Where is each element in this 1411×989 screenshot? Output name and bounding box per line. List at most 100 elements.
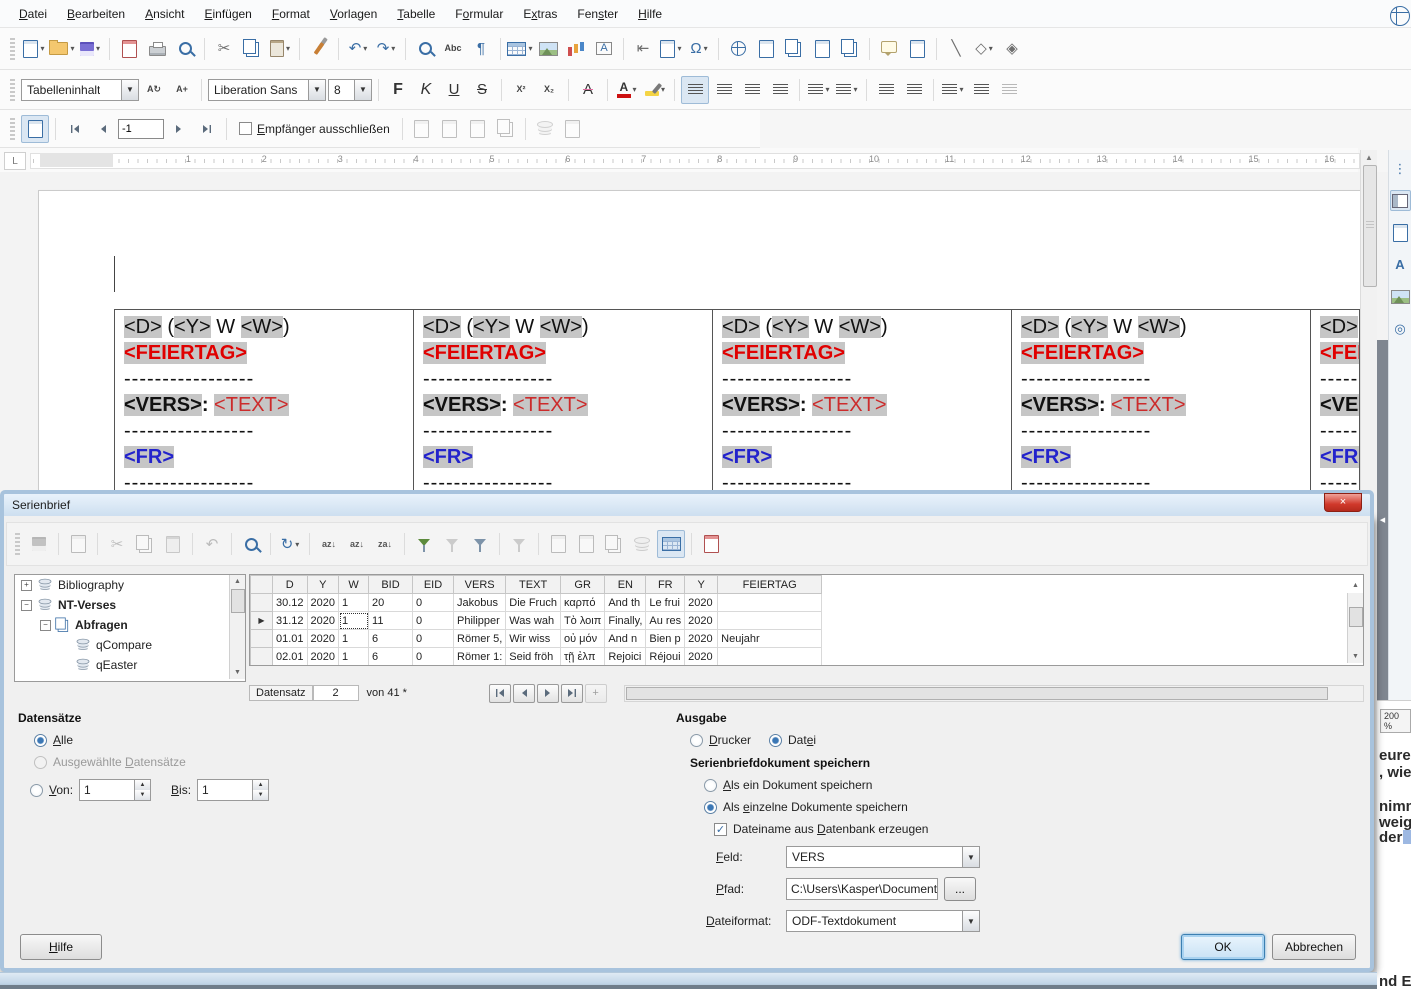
toolbar-grip[interactable] — [10, 118, 15, 140]
toolbar-grip[interactable] — [10, 79, 15, 101]
insert-table-button[interactable]: ▾ — [507, 36, 533, 62]
menu-hilfe[interactable]: Hilfe — [629, 3, 671, 25]
record-number-input[interactable] — [118, 119, 164, 139]
column-header-vers[interactable]: VERS — [454, 576, 506, 594]
grid-scrollbar[interactable]: ▲ ▼ — [1347, 593, 1363, 663]
field-combo[interactable]: VERS ▼ — [786, 846, 980, 868]
cell[interactable]: 0 — [413, 648, 454, 666]
cell[interactable]: 1 — [339, 630, 369, 648]
new-document-dropdown-arrow[interactable]: ▾ — [40, 44, 44, 53]
radio-icon[interactable] — [34, 734, 47, 747]
spin-down-icon[interactable]: ▼ — [253, 790, 268, 800]
row-header[interactable] — [251, 594, 273, 612]
spin-up-icon[interactable]: ▲ — [253, 780, 268, 790]
radio-icon[interactable] — [704, 779, 717, 792]
insert-field-button[interactable]: ▾ — [658, 36, 684, 62]
cell[interactable]: 1 — [339, 612, 369, 630]
next-record-button[interactable] — [166, 116, 192, 142]
spin-up-icon[interactable]: ▲ — [135, 780, 150, 790]
column-header-y[interactable]: Y — [307, 576, 338, 594]
highlighting-color-button[interactable]: ▾ — [642, 77, 668, 103]
cell[interactable]: And th — [605, 594, 646, 612]
tree-scrollbar[interactable]: ▲ ▼ — [229, 575, 245, 679]
record-number-field[interactable]: 2 — [313, 685, 359, 701]
grid-horizontal-scrollbar[interactable] — [624, 685, 1364, 702]
basic-shapes-dropdown-arrow[interactable]: ▾ — [989, 44, 993, 53]
cell[interactable]: Die Fruch — [506, 594, 561, 612]
cell[interactable]: Réjoui — [646, 648, 685, 666]
font-color-button[interactable]: ▾ — [614, 77, 640, 103]
undo-dropdown-arrow[interactable]: ▾ — [363, 44, 367, 53]
open-dropdown-arrow[interactable]: ▾ — [70, 44, 74, 53]
tree-item-qcompare[interactable]: qCompare — [15, 635, 245, 655]
cell[interactable]: 2020 — [307, 630, 338, 648]
scrollbar-thumb[interactable] — [231, 589, 245, 613]
scrollbar-thumb[interactable] — [1349, 607, 1363, 627]
find-and-replace-button[interactable] — [412, 36, 438, 62]
dialog-title-bar[interactable]: Serienbrief × — [0, 490, 1374, 516]
radio-icon[interactable] — [690, 734, 703, 747]
column-header-bid[interactable]: BID — [369, 576, 413, 594]
sidebar-hide-splitter[interactable]: ◀ — [1377, 340, 1388, 700]
cancel-merge-document-button[interactable] — [698, 531, 724, 557]
cell[interactable]: Seid fröh — [506, 648, 561, 666]
insert-cross-reference-button[interactable] — [837, 36, 863, 62]
cell[interactable]: Was wah — [506, 612, 561, 630]
scroll-down-icon[interactable]: ▼ — [230, 666, 245, 679]
bold-button[interactable]: F — [385, 77, 411, 103]
cell[interactable]: Le frui — [646, 594, 685, 612]
ok-button[interactable]: OK — [1181, 934, 1265, 960]
cell[interactable]: Rejoici — [605, 648, 646, 666]
last-record-button[interactable] — [561, 684, 583, 703]
cell[interactable]: 2020 — [685, 630, 718, 648]
line-spacing-button[interactable]: ▾ — [940, 77, 966, 103]
tree-item-bibliography[interactable]: +Bibliography — [15, 575, 245, 595]
merge-table-cell[interactable]: <D> (<Y> W <W>)<FEIERTAG>---------------… — [414, 310, 713, 518]
records-all-option[interactable]: Alle — [34, 733, 73, 747]
print-button[interactable] — [144, 36, 170, 62]
cell[interactable]: 0 — [413, 594, 454, 612]
grid-corner[interactable] — [251, 576, 273, 594]
toolbar-grip[interactable] — [15, 533, 20, 555]
increase-indent-button[interactable] — [873, 77, 899, 103]
scrollbar-thumb[interactable] — [626, 687, 1328, 700]
line-spacing-dropdown-arrow[interactable]: ▾ — [959, 85, 963, 94]
checkbox-icon[interactable] — [239, 122, 252, 135]
column-header-fr[interactable]: FR — [646, 576, 685, 594]
paste-button[interactable]: ▾ — [267, 36, 293, 62]
tree-item-nt-verses[interactable]: −NT-Verses — [15, 595, 245, 615]
menu-formular[interactable]: Formular — [446, 3, 512, 25]
column-header-en[interactable]: EN — [605, 576, 646, 594]
scrollbar-thumb[interactable] — [1363, 165, 1377, 287]
superscript-button[interactable]: X² — [508, 77, 534, 103]
paste-dropdown-arrow[interactable]: ▾ — [286, 44, 290, 53]
new-document-button[interactable]: ▾ — [21, 36, 47, 62]
insert-footnote-button[interactable] — [753, 36, 779, 62]
column-header-feiertag[interactable]: FEIERTAG — [718, 576, 822, 594]
tree-expander-icon[interactable]: + — [21, 580, 32, 591]
cell[interactable]: Philipper — [454, 612, 506, 630]
special-character-dropdown-arrow[interactable]: ▾ — [704, 44, 708, 53]
cell[interactable]: 2020 — [685, 648, 718, 666]
cell[interactable]: Bien p — [646, 630, 685, 648]
spinner-arrows[interactable]: ▲▼ — [252, 780, 268, 800]
tree-expander-icon[interactable]: − — [21, 600, 32, 611]
column-header-w[interactable]: W — [339, 576, 369, 594]
checkbox-icon[interactable]: ✓ — [714, 823, 727, 836]
find-record-button[interactable] — [238, 531, 264, 557]
cell[interactable]: 0 — [413, 630, 454, 648]
save-dropdown-arrow[interactable]: ▾ — [96, 44, 100, 53]
scroll-down-icon[interactable]: ▼ — [1348, 650, 1363, 663]
autofilter-button[interactable] — [411, 531, 437, 557]
insert-image-button[interactable] — [535, 36, 561, 62]
cell[interactable]: 2020 — [307, 594, 338, 612]
cell[interactable]: Wir wiss — [506, 630, 561, 648]
save-button[interactable]: ▾ — [77, 36, 103, 62]
align-right-button[interactable] — [739, 77, 765, 103]
style-combo[interactable]: Tabelleninhalt▼ — [21, 79, 139, 101]
menu-vorlagen[interactable]: Vorlagen — [321, 3, 386, 25]
clone-formatting-button[interactable] — [306, 36, 332, 62]
cell[interactable]: 02.01 — [273, 648, 308, 666]
tree-item-abfragen[interactable]: −Abfragen — [15, 615, 245, 635]
vertical-scrollbar[interactable]: ▲ — [1360, 150, 1377, 516]
